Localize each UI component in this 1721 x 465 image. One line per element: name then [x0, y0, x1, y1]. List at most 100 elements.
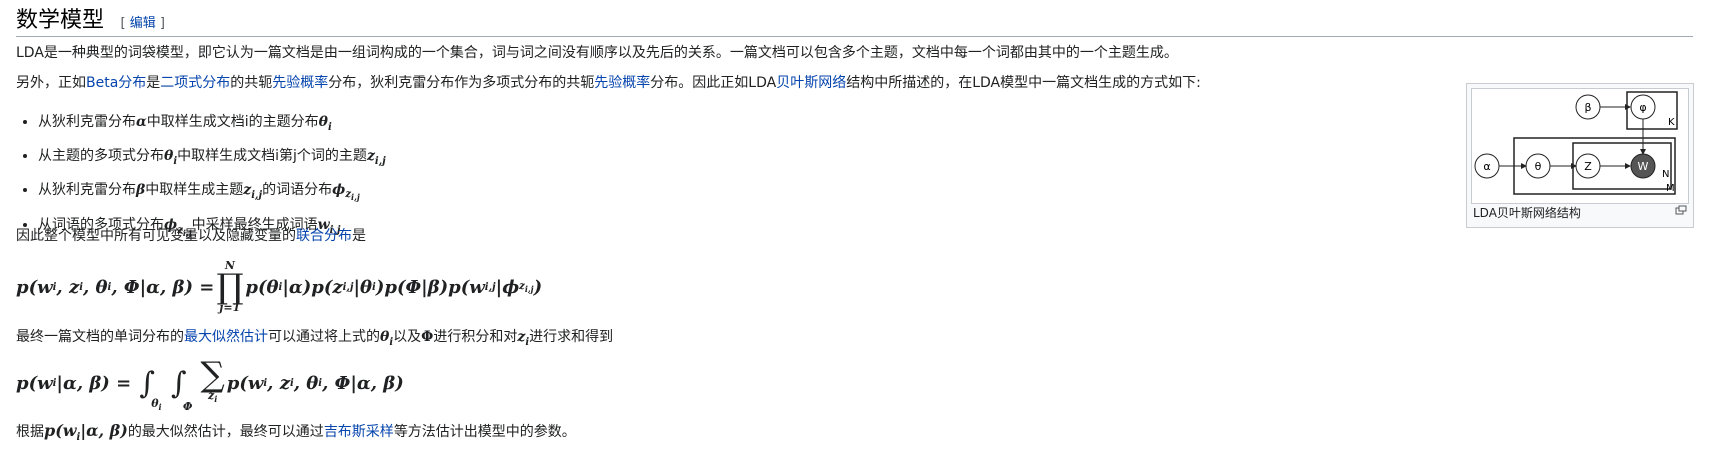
integral-symbol: ∫ [139, 365, 155, 401]
text: 等方法估计出模型中的参数。 [393, 424, 576, 440]
text: 从主题的多项式分布 [38, 147, 164, 164]
section-heading: 数学模型 [ 编辑 ] [16, 6, 1693, 37]
product-operator: N ∏ j=1 [216, 260, 243, 314]
math: p(w [16, 372, 53, 394]
figure-caption: LDA贝叶斯网络结构 [1473, 206, 1581, 220]
edit-link[interactable]: 编辑 [130, 16, 156, 31]
math: ) [533, 276, 543, 298]
integral-symbol: ∫ [170, 365, 187, 401]
text: 的词语分布 [262, 181, 333, 198]
integral-theta: ∫ θi [139, 365, 161, 413]
link-prior-probability[interactable]: 先验概率 [272, 75, 328, 91]
math-subscript: i [328, 121, 332, 133]
math: p(w [226, 372, 264, 394]
math-subscript: zi,j [519, 281, 533, 294]
list-item: 从主题的多项式分布θi中取样生成文档i第j个词的主题zi,j [38, 142, 386, 176]
figure-thumbnail: K N M β φ α θ Z W LDA贝叶斯网络结构 [1466, 83, 1694, 228]
math-theta: θ [164, 147, 174, 164]
edit-bracket-open: [ [120, 16, 126, 31]
list-item: 从狄利克雷分布β中取样生成主题zi,j的词语分布ϕzi,j [38, 176, 386, 212]
list-item: 从狄利克雷分布α中取样生成文档i的主题分布θi [38, 108, 386, 142]
math: )p(Φ|β)p(w [375, 276, 485, 298]
text: 以及 [393, 329, 422, 345]
text: 进行求和得到 [529, 329, 614, 345]
text: 最终一篇文档的单词分布的 [16, 329, 184, 345]
math-subscript: i,j [342, 281, 354, 293]
paragraph-intro: LDA是一种典型的词袋模型，即它认为一篇文档是由一组词构成的一个集合，词与词之间… [16, 45, 1178, 61]
math: |θ [353, 276, 373, 298]
math-subscript: i,j [484, 281, 496, 293]
product-lower-limit: j=1 [219, 301, 241, 314]
magnify-icon[interactable] [1675, 205, 1687, 218]
lda-bayesian-network-diagram[interactable]: K N M β φ α θ Z W [1471, 88, 1689, 204]
text: 另外，正如 [16, 75, 86, 91]
math: , Φ|α, β) = [111, 276, 215, 298]
section-title: 数学模型 [16, 8, 105, 33]
text: 从狄利克雷分布 [38, 114, 136, 130]
sum-limit-subscript: i [214, 394, 218, 405]
math-phi: ϕ [332, 181, 346, 198]
math: |α, β) [80, 421, 128, 440]
math: , θ [83, 276, 108, 298]
text: 中取样生成主题 [145, 181, 244, 198]
text: 从狄利克雷分布 [38, 181, 136, 198]
text: 是 [352, 228, 366, 244]
paragraph-mle: 最终一篇文档的单词分布的最大似然估计可以通过将上式的θi以及Φ进行积分和对zi进… [16, 326, 613, 354]
math: |α, β) = [56, 372, 132, 394]
math: , z [267, 372, 290, 394]
integral-limit-subscript: i [158, 402, 162, 413]
text: 中取样生成文档i第j个词的主题 [177, 147, 367, 164]
math-theta: θ [318, 114, 329, 130]
node-theta-label: θ [1535, 160, 1542, 173]
magnify-icon-svg [1675, 205, 1687, 215]
diagram-svg: K N M β φ α θ Z W [1474, 91, 1678, 195]
text: 结构中所描述的，在LDA模型中一篇文档生成的方式如下: [846, 75, 1201, 91]
plate-n-label: N [1662, 169, 1669, 180]
node-w-label: W [1638, 160, 1649, 173]
math: p(w [44, 421, 77, 440]
math: |ϕ [495, 276, 520, 298]
text: 的共轭 [230, 75, 273, 91]
link-beta-distribution[interactable]: Beta分布 [86, 75, 146, 91]
sum-operator: ∑ zi [200, 355, 225, 405]
math: , θ [293, 372, 319, 394]
integral-limit: θi [151, 397, 161, 412]
formula-joint-distribution: p(w i, zi, θi, Φ|α, β) = N ∏ j=1 p(θ i |α)p… [16, 256, 542, 318]
product-symbol: ∏ [216, 267, 244, 307]
math: , z [56, 276, 80, 298]
text: 中取样生成文档i的主题分布 [146, 114, 319, 130]
integral-phi: ∫ Φ [170, 365, 193, 413]
sum-lower-limit: zi [208, 390, 217, 405]
math-subscript: zi,j [345, 189, 359, 202]
math: p(w [16, 276, 53, 298]
link-binomial-distribution[interactable]: 二项式分布 [160, 75, 230, 91]
math-alpha: α [136, 114, 147, 130]
link-prior-probability-2[interactable]: 先验概率 [594, 75, 650, 91]
link-joint-distribution[interactable]: 联合分布 [296, 228, 352, 244]
link-maximum-likelihood[interactable]: 最大似然估计 [184, 329, 268, 345]
formula-marginal: p(w i |α, β) = ∫ θi ∫ Φ ∑ zi p(w i, zi, θi, Φ… [16, 355, 404, 413]
paragraph-conjugate: 另外，正如Beta分布是二项式分布的共轭先验概率分布，狄利克雷分布作为多项式分布… [16, 72, 1201, 94]
text: 分布，狄利克雷分布作为多项式分布的共轭 [328, 75, 595, 91]
integral-limit-phi: Φ [182, 399, 193, 413]
link-gibbs-sampling[interactable]: 吉布斯采样 [324, 424, 394, 440]
sum-symbol: ∑ [200, 355, 225, 396]
node-phi-label: φ [1639, 101, 1646, 114]
text: 根据 [16, 424, 44, 440]
edit-bracket-close: ] [159, 16, 165, 31]
node-alpha-label: α [1483, 160, 1490, 173]
math-subscript: i,j [251, 189, 263, 201]
math-beta: β [136, 181, 146, 198]
math-z: z [366, 147, 375, 164]
integral-limit-theta: θ [151, 397, 159, 411]
math: , Φ|α, β) [322, 372, 404, 394]
math-subsubscript: i,j [524, 283, 534, 294]
text: 的最大似然估计，最终可以通过 [127, 424, 324, 440]
math: |α)p(z [282, 276, 343, 298]
math-phi-upper: Φ [421, 329, 434, 345]
link-bayesian-network[interactable]: 贝叶斯网络 [776, 75, 846, 91]
article-section: 数学模型 [ 编辑 ] LDA是一种典型的词袋模型，即它认为一篇文档是由一组词构… [0, 0, 1721, 465]
node-beta-label: β [1584, 101, 1591, 114]
plate-m-label: M [1666, 183, 1675, 194]
paragraph-gibbs: 根据p(wi|α, β)的最大似然估计，最终可以通过吉布斯采样等方法估计出模型中… [16, 420, 576, 449]
